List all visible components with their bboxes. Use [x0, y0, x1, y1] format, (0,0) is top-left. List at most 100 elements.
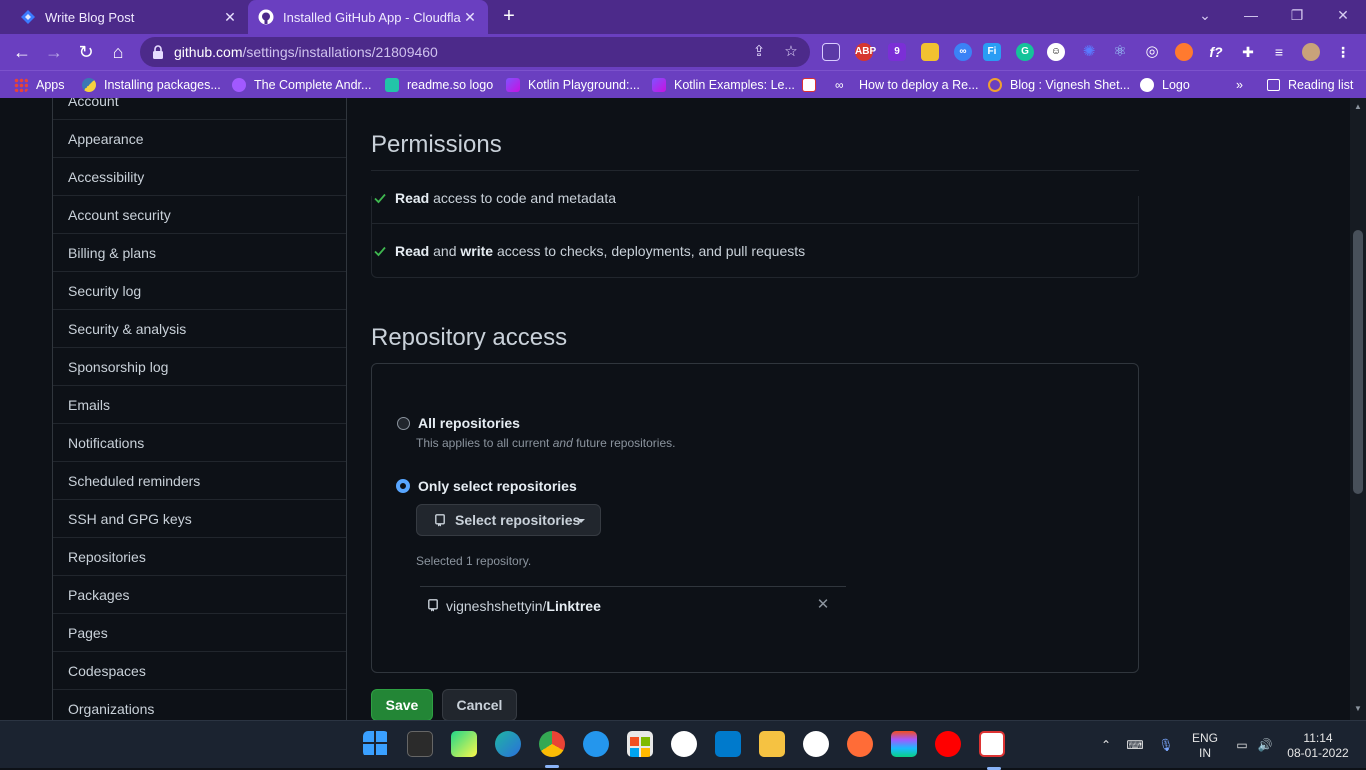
bookmark-logo[interactable]: Logo	[1140, 71, 1190, 99]
page-scrollbar[interactable]: ▲ ▼	[1350, 98, 1366, 720]
share-icon[interactable]: ⇪	[750, 43, 768, 61]
sidebar-item-packages[interactable]: Packages	[53, 576, 346, 614]
sidebar-item-billing-plans[interactable]: Billing & plans	[53, 234, 346, 272]
all-repositories-radio[interactable]	[397, 417, 410, 430]
all-repositories-label[interactable]: All repositories	[418, 415, 520, 431]
postman-icon[interactable]	[847, 731, 873, 757]
cast-icon[interactable]	[822, 43, 840, 61]
clock[interactable]: 11:14 08-01-2022	[1282, 721, 1354, 769]
sidebar-item-appearance[interactable]: Appearance	[53, 120, 346, 158]
docker-icon[interactable]	[583, 731, 609, 757]
bookmark-readme-so[interactable]: readme.so logo	[385, 71, 493, 99]
bookmark-blog-vignesh[interactable]: Blog : Vignesh Shet...	[988, 71, 1130, 99]
sidebar-item-security-analysis[interactable]: Security & analysis	[53, 310, 346, 348]
vscode-icon[interactable]	[715, 731, 741, 757]
address-bar[interactable]: github.com/settings/installations/218094…	[140, 37, 810, 67]
edge-icon[interactable]	[495, 731, 521, 757]
extension-badge-icon[interactable]: 9	[888, 43, 906, 61]
media-control-icon[interactable]: ≡	[1270, 43, 1288, 61]
scrollbar-thumb[interactable]	[1353, 230, 1363, 494]
target-extension-icon[interactable]: ◎	[1143, 43, 1161, 61]
sidebar-item-sponsorship-log[interactable]: Sponsorship log	[53, 348, 346, 386]
colorful-extension-icon[interactable]	[921, 43, 939, 61]
menu-kebab-icon[interactable]: ⋮	[1334, 43, 1352, 61]
restore-button[interactable]: ❐	[1274, 0, 1320, 30]
more-bookmarks-button[interactable]: »	[1236, 71, 1243, 99]
app-w-icon[interactable]	[671, 731, 697, 757]
fi-extension-icon[interactable]: Fi	[983, 43, 1001, 61]
tab-title: Installed GitHub App - Cloudflare	[283, 9, 461, 25]
grammarly-icon[interactable]: G	[1016, 43, 1034, 61]
home-button[interactable]: ⌂	[106, 40, 130, 64]
save-button[interactable]: Save	[371, 689, 433, 720]
formula-extension-icon[interactable]: f?	[1207, 43, 1225, 61]
react-devtools-icon[interactable]: ⚛	[1111, 43, 1129, 61]
reload-button[interactable]: ↻	[74, 40, 98, 64]
sidebar-item-scheduled-reminders[interactable]: Scheduled reminders	[53, 462, 346, 500]
tab-installed-github-app[interactable]: Installed GitHub App - Cloudflare ✕	[248, 0, 488, 34]
microphone-icon[interactable]: 🎙	[1158, 721, 1174, 769]
only-select-repositories-radio[interactable]	[396, 479, 410, 493]
sidebar-item-security-log[interactable]: Security log	[53, 272, 346, 310]
bookmark-how-to-deploy[interactable]: ∞ How to deploy a Re...	[835, 71, 979, 99]
sidebar-item-emails[interactable]: Emails	[53, 386, 346, 424]
file-explorer-icon[interactable]	[759, 731, 785, 757]
profile-avatar[interactable]	[1302, 43, 1320, 61]
sidebar-item-ssh-gpg-keys[interactable]: SSH and GPG keys	[53, 500, 346, 538]
sidebar-item-pages[interactable]: Pages	[53, 614, 346, 652]
volume-icon[interactable]: 🔊	[1256, 721, 1274, 769]
tab-write-blog-post[interactable]: Write Blog Post ✕	[8, 0, 248, 34]
sidebar-item-organizations[interactable]: Organizations	[53, 690, 346, 720]
bookmark-star-icon[interactable]: ☆	[782, 43, 800, 61]
terminal-icon[interactable]	[407, 731, 433, 757]
select-repositories-button[interactable]: Select repositories	[416, 504, 601, 536]
back-button[interactable]: ←	[10, 40, 34, 64]
bookmark-complete-android[interactable]: The Complete Andr...	[232, 71, 371, 99]
youtube-music-icon[interactable]	[935, 731, 961, 757]
repository-access-box: All repositories This applies to all cur…	[371, 363, 1139, 673]
github-desktop-icon[interactable]	[803, 731, 829, 757]
settings-sidebar: Account Appearance Accessibility Account…	[52, 98, 347, 720]
snipping-tool-icon[interactable]	[979, 731, 1005, 770]
show-hidden-icons-chevron-icon[interactable]: ⌃	[1098, 721, 1114, 769]
figma-icon[interactable]	[891, 731, 917, 757]
sparkle-extension-icon[interactable]: ✺	[1080, 43, 1098, 61]
keyboard-icon[interactable]: ⌨	[1126, 721, 1144, 769]
udemy-icon	[232, 78, 246, 92]
close-tab-icon[interactable]: ✕	[462, 9, 478, 25]
language-indicator[interactable]: ENG IN	[1188, 721, 1222, 769]
scroll-down-arrow-icon[interactable]: ▼	[1354, 704, 1362, 713]
sidebar-item-account[interactable]: Account	[53, 98, 346, 120]
extensions-puzzle-icon[interactable]: ✚	[1239, 43, 1257, 61]
tab-search-icon[interactable]: ⌄	[1182, 0, 1228, 30]
chrome-icon[interactable]	[539, 731, 565, 768]
sidebar-item-notifications[interactable]: Notifications	[53, 424, 346, 462]
minimize-button[interactable]: —	[1228, 0, 1274, 30]
bookmark-apps[interactable]: Apps	[14, 71, 65, 99]
sidebar-item-account-security[interactable]: Account security	[53, 196, 346, 234]
bookmark-kotlin-examples[interactable]: Kotlin Examples: Le...	[652, 71, 795, 99]
cancel-button[interactable]: Cancel	[442, 689, 517, 720]
sidebar-item-repositories[interactable]: Repositories	[53, 538, 346, 576]
firefox-relay-icon[interactable]	[1175, 43, 1193, 61]
only-select-repositories-label[interactable]: Only select repositories	[418, 478, 577, 494]
windows-start-icon[interactable]	[363, 731, 389, 757]
bookmark-kotlin-playground[interactable]: Kotlin Playground:...	[506, 71, 640, 99]
close-window-button[interactable]: ✕	[1320, 0, 1366, 30]
forward-button[interactable]: →	[42, 40, 66, 64]
face-extension-icon[interactable]: ☺	[1047, 43, 1065, 61]
sidebar-item-accessibility[interactable]: Accessibility	[53, 158, 346, 196]
sidebar-item-codespaces[interactable]: Codespaces	[53, 652, 346, 690]
adblock-plus-icon[interactable]: ABP	[855, 43, 876, 61]
reading-list-button[interactable]: Reading list	[1267, 71, 1353, 99]
bookmark-installing-packages[interactable]: Installing packages...	[82, 71, 221, 99]
infinity-extension-icon[interactable]: ∞	[954, 43, 972, 61]
bookmark-tcs[interactable]	[802, 71, 824, 99]
remove-repository-icon[interactable]: ✕	[816, 597, 830, 612]
network-icon[interactable]: ▭	[1234, 721, 1250, 769]
new-tab-button[interactable]: +	[498, 6, 520, 28]
close-tab-icon[interactable]: ✕	[222, 9, 238, 25]
ms-store-icon[interactable]	[627, 731, 653, 757]
pycharm-icon[interactable]	[451, 731, 477, 757]
scroll-up-arrow-icon[interactable]: ▲	[1354, 102, 1362, 111]
